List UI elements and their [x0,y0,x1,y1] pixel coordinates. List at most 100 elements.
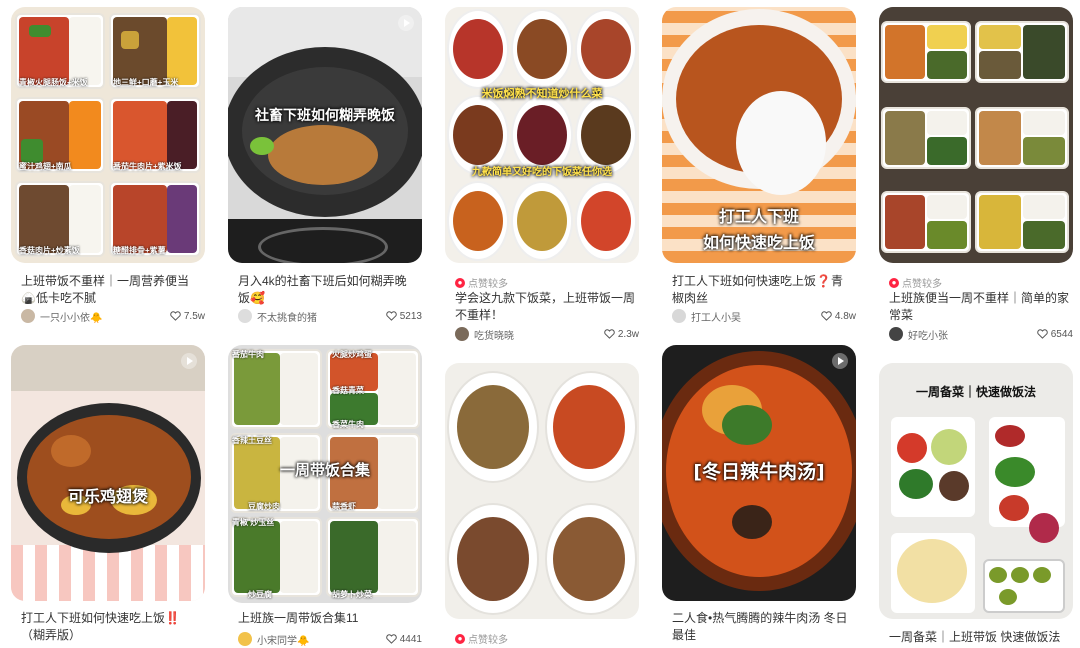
note-card[interactable]: 社畜下班如何糊弄晚饭 月入4k的社畜下班后如何糊弄晚饭🥰 不太挑食的猪 5213 [228,7,422,327]
food-label: 番茄牛肉片+紫米饭 [113,162,182,171]
food-label: 蜜汁鸡翅+南瓜 [19,162,72,171]
note-cover[interactable]: 打工人下班 如何快速吃上饭 [662,7,856,263]
food-label: 香菇青菜 [332,386,364,395]
note-card[interactable]: 可乐鸡翅煲 打工人下班如何快速吃上饭‼️（糊弄版） [11,345,205,648]
food-label: 香菇肉片+炒素饭 [19,246,80,255]
avatar[interactable] [238,632,252,646]
note-card[interactable]: 米饭焖熟不知道炒什么菜 九款简单又好吃的下饭菜任你选 ● 点赞较多 学会这九款下… [445,7,639,347]
food-label: 地三鲜+口蘑+玉米 [113,78,179,87]
avatar[interactable] [21,309,35,323]
note-meta: 小宋同学🐥 4441 [238,631,422,647]
note-cover[interactable]: 一周备菜｜快速做饭法 [879,363,1073,619]
flame-icon: ● [455,277,465,288]
note-meta: 不太挑食的猪 5213 [238,308,422,324]
note-card[interactable]: 青椒火腿肠饭+米饭 地三鲜+口蘑+玉米 蜜汁鸡翅+南瓜 番茄牛肉片+紫米饭 香菇… [11,7,205,327]
heart-icon [385,634,397,644]
food-label: 香辣土豆丝 [232,436,272,445]
note-cover[interactable]: 青椒火腿肠饭+米饭 地三鲜+口蘑+玉米 蜜汁鸡翅+南瓜 番茄牛肉片+紫米饭 香菇… [11,7,205,263]
food-label: 青椒火腿肠饭+米饭 [19,78,88,87]
flame-icon: ● [455,633,465,644]
author-name[interactable]: 一只小小依🐥 [40,309,170,324]
cover-caption: 九款简单又好吃的下饭菜任你选 [472,167,612,178]
popular-badge: ● 点赞较多 [455,631,508,646]
note-card[interactable]: 番茄牛肉 火腿炒鸡蛋 香菜牛肉 香菇青菜 香辣土豆丝 蒜香虾 青椒 炒玉丝 豆腐… [228,345,422,648]
food-label: 炒豆腐 [248,590,272,599]
heart-icon [604,329,615,339]
note-cover[interactable]: 可乐鸡翅煲 [11,345,205,601]
food-label: 胡萝卜炒菜 [332,590,372,599]
note-title[interactable]: 打工人下班如何快速吃上饭‼️（糊弄版） [21,610,201,644]
heart-icon [170,311,181,321]
avatar[interactable] [889,327,903,341]
cover-caption: 打工人下班 [718,207,799,226]
cover-caption: 米饭焖熟不知道炒什么菜 [481,87,603,100]
popular-badge: ● 点赞较多 [455,275,508,290]
author-name[interactable]: 打工人小吴 [691,309,821,324]
cover-caption: 一周带饭合集 [279,461,370,479]
like-button[interactable]: 4441 [385,633,422,645]
food-label: 青椒 炒玉丝 [232,518,275,527]
author-name[interactable]: 不太挑食的猪 [257,309,386,324]
like-button[interactable]: 4.8w [821,311,856,322]
author-name[interactable]: 吃货晓晓 [474,327,604,342]
food-label: 豆腐炒肉 [248,502,280,511]
popular-badge: ● 点赞较多 [889,275,942,290]
note-cover[interactable]: 番茄牛肉 火腿炒鸡蛋 香菜牛肉 香菇青菜 香辣土豆丝 蒜香虾 青椒 炒玉丝 豆腐… [228,345,422,603]
heart-icon [1036,329,1048,339]
note-title[interactable]: 上班带饭不重样｜一周营养便当🍙低卡吃不腻 [21,273,201,307]
note-card[interactable]: 打工人下班 如何快速吃上饭 打工人下班如何快速吃上饭❓青椒肉丝 打工人小吴 4.… [662,7,856,327]
food-label: 火腿炒鸡蛋 [332,350,372,359]
like-count: 6544 [1050,328,1073,340]
note-card[interactable]: ● 点赞较多 [445,363,639,648]
note-cover[interactable] [445,363,639,619]
like-count: 4441 [399,633,422,645]
video-play-icon [398,15,414,31]
like-count: 2.3w [617,328,639,340]
like-button[interactable]: 2.3w [604,329,639,340]
note-title[interactable]: 月入4k的社畜下班后如何糊弄晚饭🥰 [238,273,418,307]
note-cover[interactable]: 米饭焖熟不知道炒什么菜 九款简单又好吃的下饭菜任你选 [445,7,639,263]
badge-label: 点赞较多 [468,635,508,646]
like-button[interactable]: 5213 [385,310,422,322]
heart-icon [385,311,397,321]
flame-icon: ● [889,277,899,288]
note-card[interactable]: [冬日辣牛肉汤] 二人食•热气腾腾的辣牛肉汤 冬日最佳 [662,345,856,648]
like-button[interactable]: 7.5w [170,311,205,322]
cover-caption: 可乐鸡翅煲 [67,487,148,506]
note-card[interactable]: 一周备菜｜快速做饭法 一周备菜｜上班带饭 快速做饭法 [879,363,1073,648]
video-play-icon [181,353,197,369]
badge-label: 点赞较多 [902,279,942,290]
note-title[interactable]: 上班族便当一周不重样｜简单的家常菜 [889,290,1069,324]
note-title[interactable]: 一周备菜｜上班带饭 快速做饭法 [889,629,1069,647]
note-meta: 好吃小张 6544 [889,326,1073,342]
author-name[interactable]: 好吃小张 [908,327,1037,342]
note-title[interactable]: 上班族一周带饭合集11 [238,610,418,628]
cover-caption: 社畜下班如何糊弄晚饭 [255,108,395,124]
note-meta: 吃货晓晓 2.3w [455,326,639,342]
avatar[interactable] [238,309,252,323]
video-play-icon [832,353,848,369]
cover-caption: [冬日辣牛肉汤] [693,461,825,483]
cover-caption: 如何快速吃上饭 [702,233,815,252]
note-meta: 一只小小依🐥 7.5w [21,308,205,324]
cover-caption: 一周备菜｜快速做饭法 [915,385,1036,399]
avatar[interactable] [672,309,686,323]
note-cover[interactable] [879,7,1073,263]
note-cover[interactable]: 社畜下班如何糊弄晚饭 [228,7,422,263]
note-title[interactable]: 学会这九款下饭菜，上班带饭一周不重样！ [455,290,635,324]
like-count: 5213 [399,310,422,322]
food-label: 糖醋排骨+紫薯 [113,246,166,255]
note-title[interactable]: 二人食•热气腾腾的辣牛肉汤 冬日最佳 [672,610,852,644]
like-count: 4.8w [834,310,856,322]
food-label: 蒜香虾 [332,502,356,511]
like-count: 7.5w [183,310,205,322]
avatar[interactable] [455,327,469,341]
note-title[interactable]: 打工人下班如何快速吃上饭❓青椒肉丝 [672,273,852,307]
note-meta: 打工人小吴 4.8w [672,308,856,324]
note-card[interactable]: ● 点赞较多 上班族便当一周不重样｜简单的家常菜 好吃小张 6544 [879,7,1073,347]
like-button[interactable]: 6544 [1036,328,1073,340]
badge-label: 点赞较多 [468,279,508,290]
author-name[interactable]: 小宋同学🐥 [257,632,386,647]
note-cover[interactable]: [冬日辣牛肉汤] [662,345,856,601]
food-label: 香菜牛肉 [332,420,364,429]
